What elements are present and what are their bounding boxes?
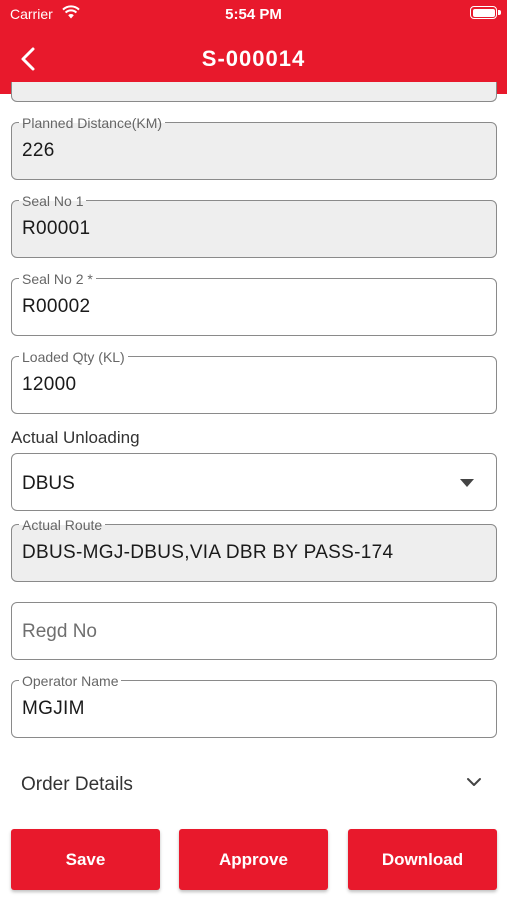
loaded-qty-label: Loaded Qty (KL): [19, 349, 128, 365]
actual-unloading-value[interactable]: DBUS: [22, 473, 75, 495]
seal-no-2-label: Seal No 2 *: [19, 271, 96, 287]
order-details-label: Order Details: [21, 774, 133, 795]
planned-distance-value: 226: [22, 140, 55, 161]
planned-distance-field: Planned Distance(KM) 226: [11, 115, 497, 180]
seal-no-2-value[interactable]: R00002: [22, 296, 90, 318]
download-button[interactable]: Download: [348, 829, 497, 890]
actual-route-value: DBUS-MGJ-DBUS,VIA DBR BY PASS-174: [22, 542, 394, 563]
planned-distance-label: Planned Distance(KM): [19, 115, 166, 131]
regd-no-input[interactable]: Regd No: [11, 602, 497, 660]
app-header: Carrier 5:54 PM S-000014: [0, 0, 507, 94]
order-details-expander[interactable]: Order Details: [11, 760, 497, 808]
loaded-qty-value[interactable]: 12000: [22, 374, 76, 396]
page-title: S-000014: [201, 46, 306, 71]
chevron-down-icon[interactable]: [465, 776, 483, 788]
operator-name-input[interactable]: Operator Name MGJIM: [11, 673, 497, 738]
approve-button[interactable]: Approve: [179, 829, 328, 890]
operator-name-value[interactable]: MGJIM: [22, 698, 85, 720]
seal-no-1-field: Seal No 1 R00001: [11, 193, 497, 258]
save-button[interactable]: Save: [11, 829, 160, 890]
status-bar: Carrier 5:54 PM: [0, 0, 507, 28]
seal-no-1-label: Seal No 1: [19, 193, 87, 209]
actual-unloading-dropdown[interactable]: DBUS: [11, 453, 497, 511]
seal-no-2-input[interactable]: Seal No 2 * R00002: [11, 271, 497, 336]
actual-route-field: Actual Route DBUS-MGJ-DBUS,VIA DBR BY PA…: [11, 517, 497, 582]
previous-field-edge: [11, 82, 497, 102]
operator-name-label: Operator Name: [19, 673, 122, 689]
loaded-qty-input[interactable]: Loaded Qty (KL) 12000: [11, 349, 497, 414]
regd-no-placeholder[interactable]: Regd No: [22, 621, 97, 643]
dropdown-arrow-icon[interactable]: [460, 479, 474, 487]
status-time: 5:54 PM: [225, 6, 282, 23]
actual-unloading-label: Actual Unloading: [11, 428, 140, 447]
actual-route-label: Actual Route: [19, 517, 106, 533]
seal-no-1-value: R00001: [22, 218, 91, 239]
battery-icon: [470, 6, 501, 19]
